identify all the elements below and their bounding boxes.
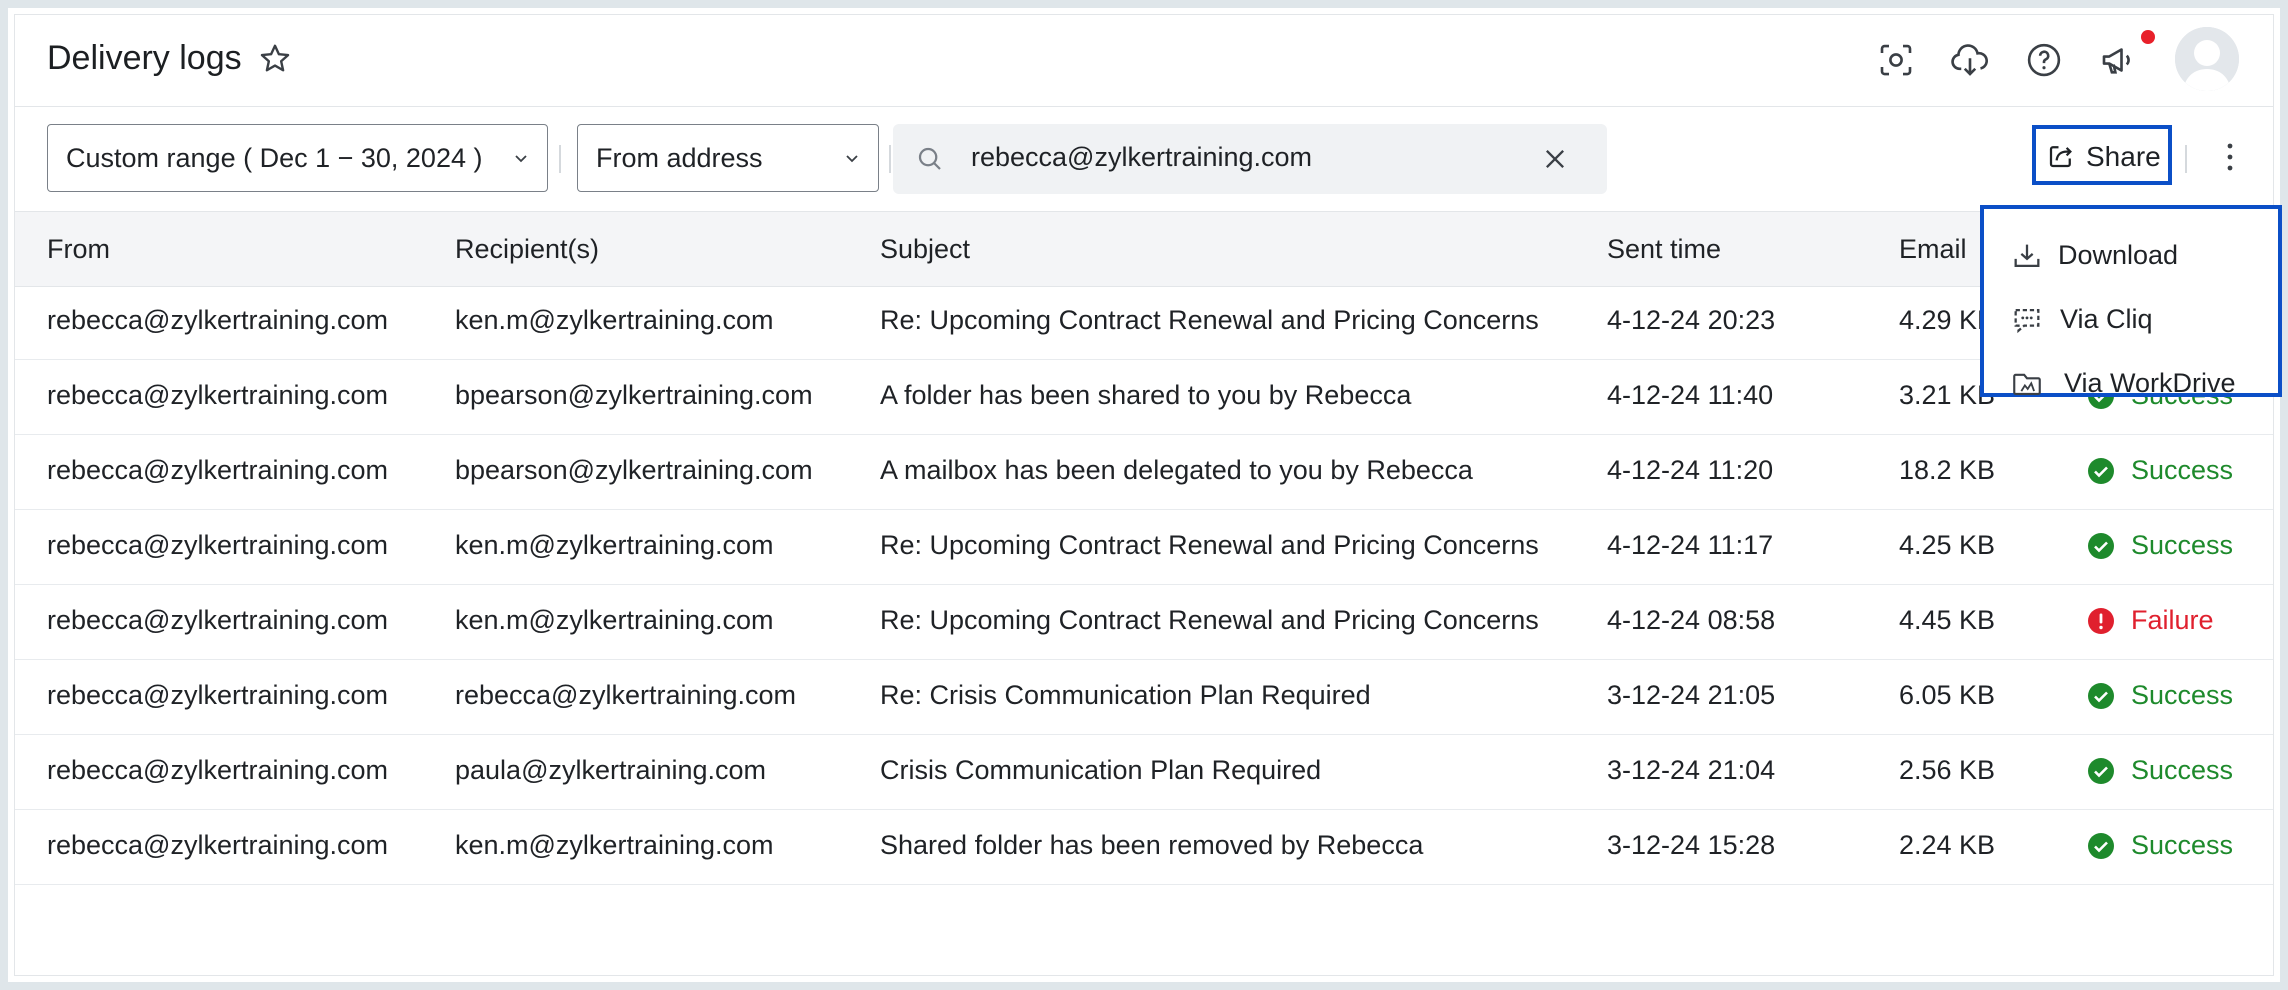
filter-field-value: From address: [596, 143, 763, 173]
cell-subject: Re: Upcoming Contract Renewal and Pricin…: [880, 530, 1539, 560]
cell-email-size: 4.45 KB: [1899, 605, 1996, 635]
page-header: Delivery logs: [15, 15, 2273, 107]
cell-recipient: ken.m@zylkertraining.com: [455, 305, 774, 335]
status-text: Success: [2131, 455, 2234, 485]
status-text: Success: [2131, 755, 2234, 785]
cell-from: rebecca@zylkertraining.com: [47, 530, 389, 560]
cell-sent-time: 3-12-24 21:05: [1607, 680, 1776, 710]
cell-email-size: 4.25 KB: [1899, 530, 1996, 560]
toolbar-divider: [889, 145, 891, 173]
table-row[interactable]: rebecca@zylkertraining.com rebecca@zylker…: [15, 660, 2273, 735]
table-row[interactable]: rebecca@zylkertraining.com ken.m@zylkertr…: [15, 285, 2273, 360]
more-options-icon[interactable]: [2215, 137, 2245, 177]
success-check-icon: [2087, 682, 2115, 710]
cell-from: rebecca@zylkertraining.com: [47, 305, 389, 335]
status-text: Failure: [2131, 605, 2214, 635]
cell-from: rebecca@zylkertraining.com: [47, 755, 389, 785]
cell-recipient: ken.m@zylkertraining.com: [455, 605, 774, 635]
share-button[interactable]: Share: [2032, 125, 2172, 185]
search-input[interactable]: rebecca@zylkertraining.com: [971, 142, 1312, 173]
cell-sent-time: 4-12-24 11:20: [1607, 455, 1774, 485]
cell-recipient: rebecca@zylkertraining.com: [455, 680, 797, 710]
cell-subject: Shared folder has been removed by Rebecc…: [880, 830, 1424, 860]
cell-from: rebecca@zylkertraining.com: [47, 830, 389, 860]
cell-email-size: 18.2 KB: [1899, 455, 1996, 485]
filter-field-select[interactable]: From address: [577, 124, 879, 192]
cell-from: rebecca@zylkertraining.com: [47, 605, 389, 635]
table-row[interactable]: rebecca@zylkertraining.com ken.m@zylkertr…: [15, 510, 2273, 585]
cell-from: rebecca@zylkertraining.com: [47, 380, 389, 410]
search-icon: [918, 147, 941, 170]
date-range-value: Custom range ( Dec 1 − 30, 2024 ): [66, 143, 483, 173]
menu-item-download-label: Download: [2058, 240, 2179, 270]
cell-recipient: ken.m@zylkertraining.com: [455, 830, 774, 860]
cell-subject: Re: Upcoming Contract Renewal and Pricin…: [880, 305, 1539, 335]
table-row[interactable]: rebecca@zylkertraining.com bpearson@zylke…: [15, 435, 2273, 510]
status-text: Success: [2131, 830, 2234, 860]
menu-item-via-cliq-label: Via Cliq: [2060, 304, 2153, 334]
table-row[interactable]: rebecca@zylkertraining.com bpearson@zylke…: [15, 360, 2273, 435]
download-cloud-icon[interactable]: [1949, 39, 1991, 81]
cell-email-size: 2.56 KB: [1899, 755, 1996, 785]
cell-recipient: bpearson@zylkertraining.com: [455, 380, 813, 410]
column-header-email-size[interactable]: Email: [1899, 234, 1967, 265]
announcement-icon[interactable]: [2097, 39, 2139, 81]
cell-subject: Re: Upcoming Contract Renewal and Pricin…: [880, 605, 1539, 635]
share-menu: Download Via Cliq Via WorkDrive: [1980, 205, 2282, 398]
table-row[interactable]: rebecca@zylkertraining.com ken.m@zylkertr…: [15, 810, 2273, 885]
search-box[interactable]: rebecca@zylkertraining.com: [893, 124, 1607, 194]
success-check-icon: [2087, 532, 2115, 560]
cell-subject: A folder has been shared to you by Rebec…: [880, 380, 1412, 410]
avatar[interactable]: [2175, 27, 2239, 91]
cell-sent-time: 4-12-24 08:58: [1607, 605, 1776, 635]
share-button-label: Share: [2086, 141, 2161, 172]
clear-search-icon[interactable]: [1541, 145, 1569, 173]
cell-sent-time: 4-12-24 11:17: [1607, 530, 1774, 560]
status-text: Success: [2131, 530, 2234, 560]
help-icon[interactable]: [2023, 39, 2065, 81]
success-check-icon: [2087, 757, 2115, 785]
cell-email-size: 2.24 KB: [1899, 830, 1996, 860]
chevron-down-icon: [846, 155, 858, 163]
column-header-subject[interactable]: Subject: [880, 234, 970, 265]
toolbar-divider: [559, 145, 561, 173]
cell-subject: A mailbox has been delegated to you by R…: [880, 455, 1473, 485]
chat-bubble-icon: [2014, 308, 2040, 334]
cell-recipient: bpearson@zylkertraining.com: [455, 455, 813, 485]
table-row[interactable]: rebecca@zylkertraining.com paula@zylkertr…: [15, 735, 2273, 810]
cell-recipient: ken.m@zylkertraining.com: [455, 530, 774, 560]
table-row[interactable]: rebecca@zylkertraining.com ken.m@zylkertr…: [15, 585, 2273, 660]
toolbar-divider: [2185, 145, 2187, 173]
share-icon: [2049, 146, 2072, 168]
workdrive-folder-icon: [2013, 373, 2041, 395]
favorite-star-icon[interactable]: [257, 41, 293, 77]
success-check-icon: [2087, 457, 2115, 485]
menu-item-via-workdrive-label: Via WorkDrive: [2064, 368, 2236, 398]
column-header-sent-time[interactable]: Sent time: [1607, 234, 1721, 265]
screenshot-icon[interactable]: [1875, 39, 1917, 81]
status-text: Success: [2131, 680, 2234, 710]
cell-subject: Crisis Communication Plan Required: [880, 755, 1322, 785]
cell-sent-time: 3-12-24 21:04: [1607, 755, 1776, 785]
cell-from: rebecca@zylkertraining.com: [47, 455, 389, 485]
cell-from: rebecca@zylkertraining.com: [47, 680, 389, 710]
table-header: From Recipient(s) Subject Sent time Emai…: [15, 211, 2273, 287]
cell-recipient: paula@zylkertraining.com: [455, 755, 767, 785]
column-header-from[interactable]: From: [47, 234, 110, 265]
download-tray-icon: [2014, 244, 2040, 268]
failure-icon: [2087, 607, 2115, 635]
cell-sent-time: 4-12-24 11:40: [1607, 380, 1774, 410]
chevron-down-icon: [515, 155, 527, 163]
cell-subject: Re: Crisis Communication Plan Required: [880, 680, 1371, 710]
cell-sent-time: 4-12-24 20:23: [1607, 305, 1776, 335]
column-header-recipients[interactable]: Recipient(s): [455, 234, 599, 265]
page-title: Delivery logs: [47, 39, 242, 77]
delivery-logs-panel: Delivery logs Custom range ( Dec 1 − 30,…: [14, 14, 2282, 976]
cell-sent-time: 3-12-24 15:28: [1607, 830, 1776, 860]
success-check-icon: [2087, 832, 2115, 860]
date-range-select[interactable]: Custom range ( Dec 1 − 30, 2024 ): [47, 124, 548, 192]
notification-dot: [2141, 30, 2155, 44]
cell-email-size: 6.05 KB: [1899, 680, 1996, 710]
